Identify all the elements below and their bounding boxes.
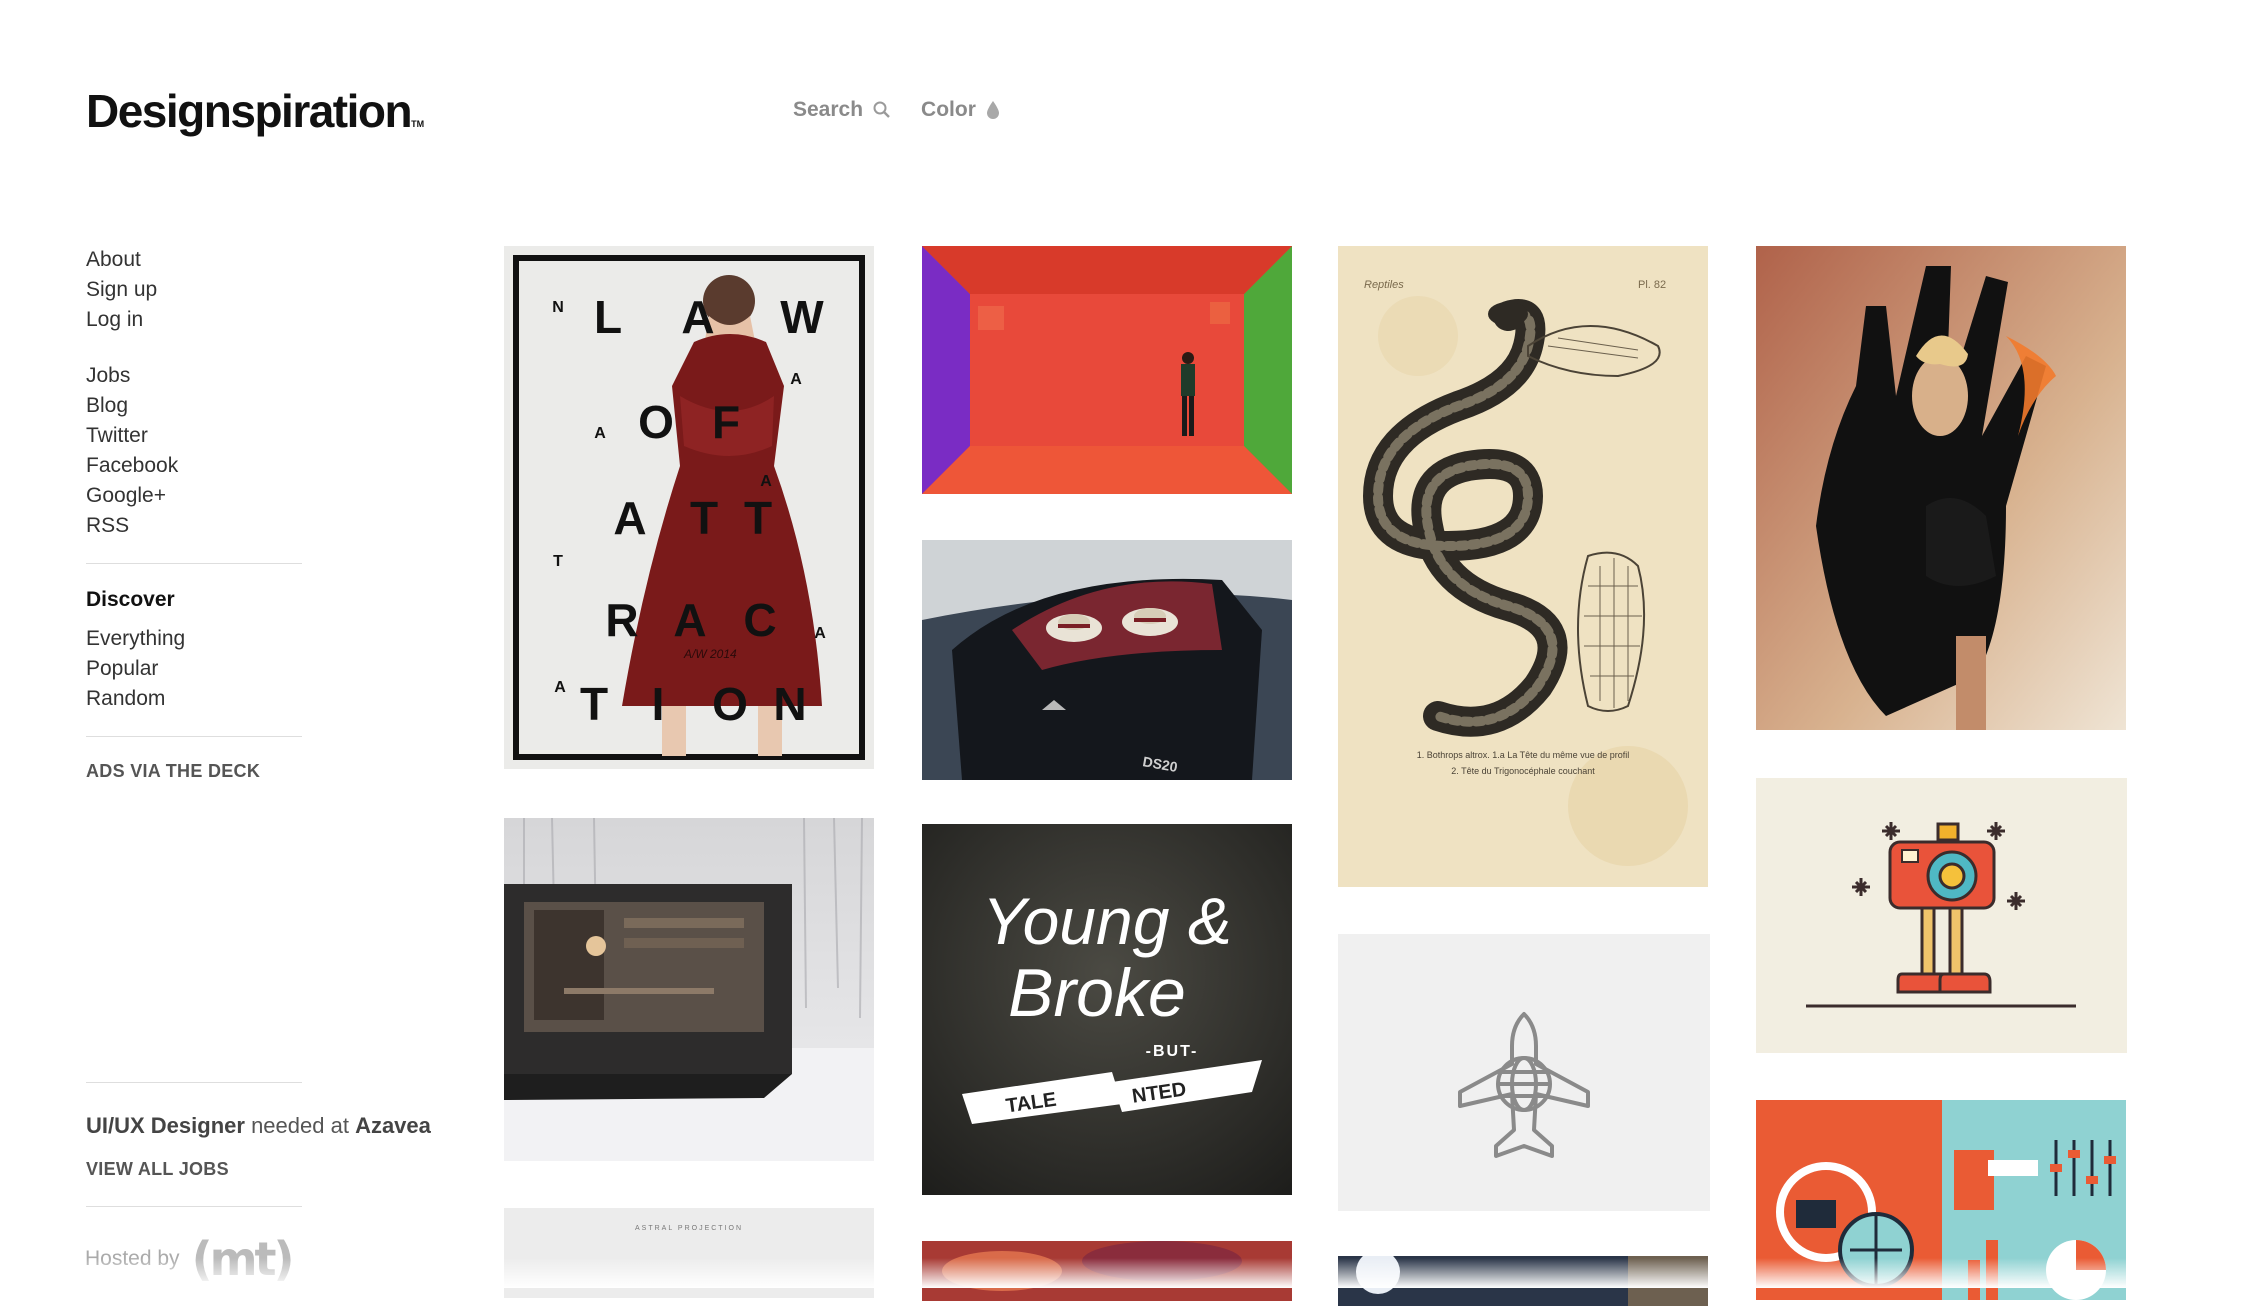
poster-small-letter: A: [760, 473, 772, 490]
poster-letter: A: [681, 291, 714, 343]
poster-letter: C: [743, 594, 776, 646]
poster-letter: R: [605, 594, 638, 646]
poster-letter: T: [690, 492, 718, 544]
search-icon: [873, 101, 890, 118]
rss-link[interactable]: RSS: [86, 511, 446, 541]
search-label: Search: [793, 98, 864, 121]
poster-season: A/W 2014: [683, 647, 737, 661]
discover-heading: Discover: [86, 588, 175, 611]
poster-letter: O: [712, 678, 748, 730]
account-links: About Sign up Log in: [86, 245, 446, 335]
login-link[interactable]: Log in: [86, 305, 446, 335]
signup-link[interactable]: Sign up: [86, 275, 446, 305]
site-logo[interactable]: DesignspirationTM: [86, 84, 424, 138]
social-links: Jobs Blog Twitter Facebook Google+ RSS: [86, 361, 446, 541]
tile-hand-woman[interactable]: [1756, 246, 2126, 730]
divider: [86, 1206, 302, 1207]
poster-letter: N: [773, 678, 806, 730]
cabin-image: [504, 818, 874, 1161]
color-button[interactable]: Color: [921, 98, 1000, 122]
color-room-image: [922, 246, 1292, 494]
jobs-box: UI/UX Designer needed at Azavea VIEW ALL…: [86, 1082, 446, 1207]
everything-link[interactable]: Everything: [86, 624, 446, 654]
typo-but: -BUT-: [1146, 1043, 1199, 1060]
tile-law-of-attraction-poster[interactable]: L A W O F A T T R A C T I O N N A A A T …: [504, 246, 874, 769]
job-company: Azavea: [355, 1113, 431, 1138]
logo-tm: TM: [411, 119, 425, 129]
sidebar: About Sign up Log in Jobs Blog Twitter F…: [86, 245, 446, 782]
facebook-link[interactable]: Facebook: [86, 451, 446, 481]
snake-header-right: Pl. 82: [1638, 279, 1666, 291]
job-middle: needed at: [251, 1113, 349, 1138]
poster-small-letter: A: [594, 425, 606, 442]
poster-letter: T: [580, 678, 608, 730]
plane-globe-icon: [1338, 934, 1710, 1211]
astral-text: ASTRAL PROJECTION: [635, 1225, 743, 1232]
car-image: DS20: [922, 540, 1292, 780]
job-listing[interactable]: UI/UX Designer needed at Azavea: [86, 1113, 446, 1139]
typography-image: Young & Broke -BUT- TALE NTED: [922, 824, 1292, 1195]
poster-letter: I: [652, 678, 665, 730]
random-link[interactable]: Random: [86, 684, 446, 714]
poster-letter: A: [613, 492, 646, 544]
snake-caption-1: 1. Bothrops altrox. 1.a La Tête du même …: [1417, 750, 1629, 760]
camera-robot-image: [1756, 778, 2127, 1053]
divider: [86, 1082, 302, 1083]
snake-caption-2: 2. Tête du Trigonocéphale couchant: [1451, 766, 1595, 776]
poster-letter: O: [638, 396, 674, 448]
blog-link[interactable]: Blog: [86, 391, 446, 421]
tile-snake-illustration[interactable]: Reptiles Pl. 82 1. Bothrops altrox. 1.a …: [1338, 246, 1708, 887]
typo-line2: Broke: [1008, 955, 1186, 1031]
about-link[interactable]: About: [86, 245, 446, 275]
poster-letter: F: [712, 396, 740, 448]
googleplus-link[interactable]: Google+: [86, 481, 446, 511]
search-button[interactable]: Search: [793, 98, 891, 122]
poster-letter: L: [594, 291, 622, 343]
poster-small-letter: T: [553, 553, 563, 570]
tile-young-broke[interactable]: Young & Broke -BUT- TALE NTED: [922, 824, 1292, 1195]
tile-car-hats[interactable]: DS20: [922, 540, 1292, 780]
snake-image: Reptiles Pl. 82 1. Bothrops altrox. 1.a …: [1338, 246, 1708, 887]
tile-camera-robot[interactable]: [1756, 778, 2127, 1053]
tile-plane-globe-icon[interactable]: [1338, 934, 1710, 1211]
tile-cabin-snow[interactable]: [504, 818, 874, 1161]
poster-small-letter: A: [554, 679, 566, 696]
divider: [86, 736, 302, 737]
color-label: Color: [921, 98, 976, 121]
popular-link[interactable]: Popular: [86, 654, 446, 684]
view-all-jobs-link[interactable]: VIEW ALL JOBS: [86, 1159, 446, 1180]
logo-text: Designspiration: [86, 85, 413, 137]
snake-header-left: Reptiles: [1364, 279, 1404, 291]
poster-small-letter: N: [552, 299, 564, 316]
discover-links: Everything Popular Random: [86, 624, 446, 714]
poster-letter: W: [780, 291, 824, 343]
tile-color-room[interactable]: [922, 246, 1292, 494]
poster-small-letter: A: [790, 371, 802, 388]
top-nav: Search Color: [793, 98, 1000, 122]
poster-letter: A: [673, 594, 706, 646]
poster-letter: T: [744, 492, 772, 544]
ads-via-deck[interactable]: ADS VIA THE DECK: [86, 761, 446, 782]
poster-small-letter: A: [814, 625, 826, 642]
divider: [86, 563, 302, 564]
jobs-link[interactable]: Jobs: [86, 361, 446, 391]
droplet-icon: [986, 101, 999, 119]
poster-image: L A W O F A T T R A C T I O N N A A A T …: [504, 246, 874, 769]
job-title: UI/UX Designer: [86, 1113, 245, 1138]
twitter-link[interactable]: Twitter: [86, 421, 446, 451]
bottom-fade: [0, 1258, 2248, 1288]
typo-line1: Young &: [982, 884, 1232, 958]
hand-woman-image: [1756, 246, 2126, 730]
